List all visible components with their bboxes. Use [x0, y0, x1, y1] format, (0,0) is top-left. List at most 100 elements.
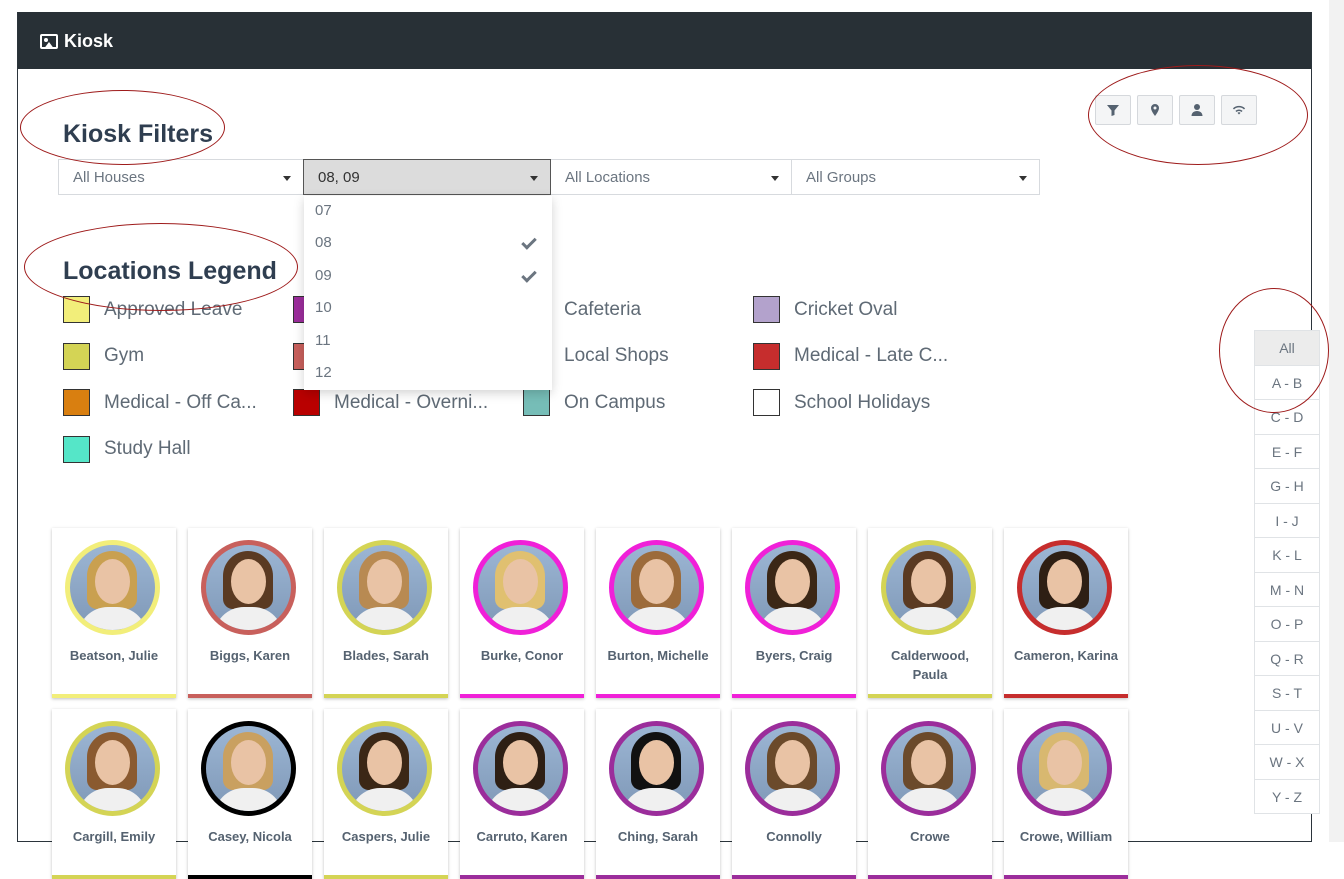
student-photo [337, 721, 432, 816]
student-card[interactable]: Cargill, Emily [52, 709, 176, 879]
filter-icon [1107, 105, 1119, 116]
alphabet-range-button[interactable]: U - V [1254, 709, 1320, 745]
wifi-icon [1232, 105, 1246, 115]
alphabet-range-button[interactable]: All [1254, 330, 1320, 366]
alphabet-range-button[interactable]: A - B [1254, 364, 1320, 400]
alphabet-range-button[interactable]: K - L [1254, 537, 1320, 573]
student-photo [881, 721, 976, 816]
student-card[interactable]: Calderwood, Paula [868, 528, 992, 698]
legend-item: On Campus [523, 389, 665, 416]
alphabet-range-button[interactable]: C - D [1254, 399, 1320, 435]
student-name: Blades, Sarah [343, 648, 429, 663]
year-option[interactable]: 11 [304, 326, 552, 358]
view-toolbar [1095, 95, 1257, 125]
student-card[interactable]: Connolly [732, 709, 856, 879]
student-photo [65, 540, 160, 635]
alphabet-range-button[interactable]: S - T [1254, 675, 1320, 711]
map-marker-icon [1151, 104, 1159, 116]
legend-swatch [63, 296, 90, 323]
student-card[interactable]: Caspers, Julie [324, 709, 448, 879]
legend-item: Medical - Late C... [753, 342, 948, 370]
year-option-label: 09 [315, 266, 332, 284]
student-card[interactable]: Byers, Craig [732, 528, 856, 698]
groups-select[interactable]: All Groups [791, 159, 1040, 195]
alphabet-range-button[interactable]: M - N [1254, 571, 1320, 607]
student-photo [609, 721, 704, 816]
filter-button[interactable] [1095, 95, 1131, 125]
alphabet-range-button[interactable]: G - H [1254, 468, 1320, 504]
houses-select[interactable]: All Houses [58, 159, 304, 195]
student-card[interactable]: Casey, Nicola [188, 709, 312, 879]
legend-swatch [523, 389, 550, 416]
year-option[interactable]: 08 [304, 228, 552, 260]
student-name: Cameron, Karina [1013, 648, 1119, 663]
legend-label: Gym [104, 345, 145, 366]
chevron-down-icon [283, 176, 291, 181]
student-photo [337, 540, 432, 635]
legend-item: Medical - Overni... [293, 389, 488, 416]
student-card[interactable]: Crowe [868, 709, 992, 879]
years-select[interactable]: 08, 09 [303, 159, 551, 195]
brand: Kiosk [40, 31, 113, 52]
student-photo [1017, 540, 1112, 635]
legend-swatch [293, 389, 320, 416]
student-card[interactable]: Burke, Conor [460, 528, 584, 698]
houses-select-value: All Houses [73, 169, 145, 186]
student-name: Biggs, Karen [209, 648, 291, 663]
user-icon [1191, 104, 1203, 116]
wifi-button[interactable] [1221, 95, 1257, 125]
legend-swatch [63, 435, 90, 463]
student-name: Connolly [766, 829, 822, 844]
student-card[interactable]: Blades, Sarah [324, 528, 448, 698]
check-icon [521, 267, 537, 283]
legend-label: Cricket Oval [794, 298, 898, 320]
legend-swatch [63, 389, 90, 416]
legend-item: Gym [63, 342, 145, 370]
student-photo [473, 721, 568, 816]
student-card[interactable]: Ching, Sarah [596, 709, 720, 879]
student-card[interactable]: Cameron, Karina [1004, 528, 1128, 698]
location-button[interactable] [1137, 95, 1173, 125]
alphabet-range-button[interactable]: I - J [1254, 502, 1320, 538]
student-card[interactable]: Crowe, William [1004, 709, 1128, 879]
year-option[interactable]: 12 [304, 358, 552, 390]
student-card[interactable]: Beatson, Julie [52, 528, 176, 698]
student-card[interactable]: Burton, Michelle [596, 528, 720, 698]
student-photo [65, 721, 160, 816]
legend-swatch [753, 296, 780, 323]
legend-swatch [753, 342, 780, 370]
student-card[interactable]: Carruto, Karen [460, 709, 584, 879]
year-option-label: 08 [315, 234, 332, 252]
student-card[interactable]: Biggs, Karen [188, 528, 312, 698]
years-dropdown-menu: 07 08 09 10 11 12 [304, 196, 552, 390]
student-name: Burke, Conor [480, 648, 564, 663]
legend-label: Cafeteria [564, 298, 642, 320]
user-button[interactable] [1179, 95, 1215, 125]
student-photo [473, 540, 568, 635]
year-option[interactable]: 07 [304, 196, 552, 228]
year-option-label: 11 [315, 331, 331, 349]
alphabet-range-button[interactable]: O - P [1254, 606, 1320, 642]
alphabet-range-button[interactable]: Q - R [1254, 640, 1320, 676]
student-photo [201, 540, 296, 635]
page-scrollbar-track[interactable] [1329, 0, 1344, 842]
year-option[interactable]: 10 [304, 293, 552, 325]
years-select-value: 08, 09 [318, 169, 360, 186]
filter-bar: All Houses 08, 09 All Locations All Grou… [58, 159, 1040, 195]
legend-swatch [753, 389, 780, 416]
student-name: Cargill, Emily [72, 829, 156, 844]
legend-item: Medical - Off Ca... [63, 389, 257, 416]
alphabet-range-button[interactable]: W - X [1254, 744, 1320, 780]
alphabet-range-button[interactable]: E - F [1254, 433, 1320, 469]
legend-item: Approved Leave [63, 296, 242, 323]
student-name: Caspers, Julie [341, 829, 431, 844]
legend-item: Study Hall [63, 435, 191, 463]
locations-select[interactable]: All Locations [550, 159, 792, 195]
chevron-down-icon [1019, 176, 1027, 181]
year-option-label: 12 [315, 363, 332, 381]
alphabet-range-button[interactable]: Y - Z [1254, 778, 1320, 814]
student-name: Byers, Craig [755, 648, 833, 663]
year-option[interactable]: 09 [304, 261, 552, 293]
student-photo [745, 721, 840, 816]
chevron-down-icon [530, 176, 538, 181]
